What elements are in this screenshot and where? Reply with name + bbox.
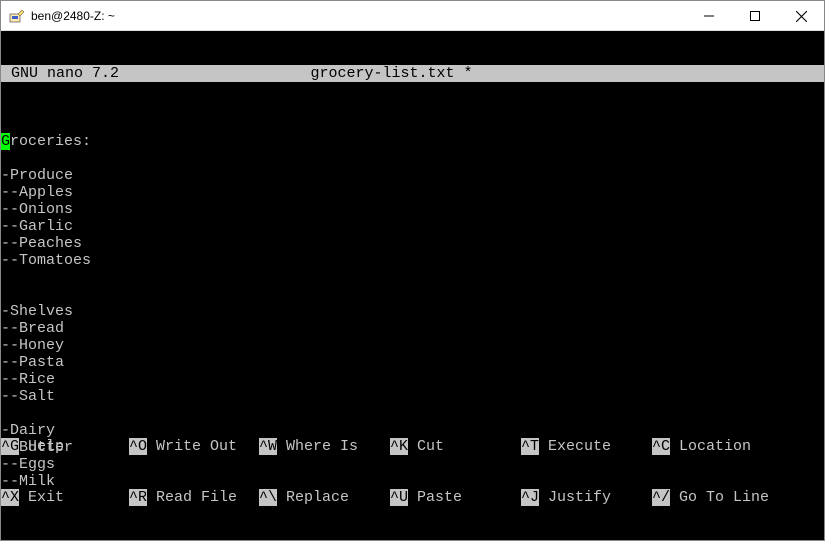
shortcut-item: ^WWhere Is xyxy=(259,438,390,455)
maximize-button[interactable] xyxy=(732,1,778,31)
shortcut-label: Location xyxy=(670,438,751,455)
shortcut-label: Help xyxy=(19,438,64,455)
shortcut-item: ^XExit xyxy=(1,489,129,506)
shortcut-label: Where Is xyxy=(277,438,358,455)
editor-header: GNU nano 7.2 grocery-list.txt * xyxy=(1,65,824,82)
editor-line: --Salt xyxy=(1,388,824,405)
minimize-button[interactable] xyxy=(686,1,732,31)
shortcut-item: ^OWrite Out xyxy=(129,438,259,455)
shortcut-item: ^JJustify xyxy=(521,489,652,506)
shortcut-item: ^GHelp xyxy=(1,438,129,455)
editor-line: -Produce xyxy=(1,167,824,184)
editor-line: --Bread xyxy=(1,320,824,337)
shortcut-label: Replace xyxy=(277,489,349,506)
shortcut-label: Cut xyxy=(408,438,444,455)
shortcut-label: Execute xyxy=(539,438,611,455)
editor-line xyxy=(1,269,824,286)
editor-line: --Onions xyxy=(1,201,824,218)
shortcut-label: Justify xyxy=(539,489,611,506)
editor-line: --Pasta xyxy=(1,354,824,371)
shortcut-label: Go To Line xyxy=(670,489,769,506)
shortcut-item: ^KCut xyxy=(390,438,521,455)
shortcut-key: ^O xyxy=(129,438,147,455)
shortcut-label: Write Out xyxy=(147,438,237,455)
titlebar: ben@2480-Z: ~ xyxy=(1,1,824,31)
editor-line: Groceries: xyxy=(1,133,824,150)
text-cursor: G xyxy=(1,133,10,150)
shortcut-key: ^C xyxy=(652,438,670,455)
shortcut-item: ^UPaste xyxy=(390,489,521,506)
shortcut-key: ^U xyxy=(390,489,408,506)
app-window: ben@2480-Z: ~ GNU nano 7.2 grocery-list.… xyxy=(0,0,825,541)
editor-line: --Tomatoes xyxy=(1,252,824,269)
shortcut-row: ^GHelp^OWrite Out^WWhere Is^KCut^TExecut… xyxy=(1,438,824,455)
shortcut-key: ^/ xyxy=(652,489,670,506)
shortcut-item: ^/Go To Line xyxy=(652,489,792,506)
shortcut-key: ^X xyxy=(1,489,19,506)
shortcut-key: ^W xyxy=(259,438,277,455)
shortcut-item: ^\Replace xyxy=(259,489,390,506)
shortcut-key: ^R xyxy=(129,489,147,506)
shortcut-item: ^RRead File xyxy=(129,489,259,506)
window-title: ben@2480-Z: ~ xyxy=(31,9,115,23)
shortcut-key: ^K xyxy=(390,438,408,455)
shortcut-row: ^XExit^RRead File^\Replace^UPaste^JJusti… xyxy=(1,489,824,506)
editor-line: --Honey xyxy=(1,337,824,354)
editor-line: --Garlic xyxy=(1,218,824,235)
editor-line: -Shelves xyxy=(1,303,824,320)
shortcut-label: Paste xyxy=(408,489,462,506)
editor-app-name: GNU nano 7.2 xyxy=(1,65,119,82)
shortcut-key: ^J xyxy=(521,489,539,506)
shortcut-item: ^TExecute xyxy=(521,438,652,455)
shortcut-label: Exit xyxy=(19,489,64,506)
shortcut-key: ^T xyxy=(521,438,539,455)
editor-line xyxy=(1,150,824,167)
terminal[interactable]: GNU nano 7.2 grocery-list.txt * Grocerie… xyxy=(1,31,824,540)
shortcut-key: ^G xyxy=(1,438,19,455)
close-button[interactable] xyxy=(778,1,824,31)
editor-line: --Rice xyxy=(1,371,824,388)
editor-line xyxy=(1,286,824,303)
window-controls xyxy=(686,1,824,31)
shortcut-label: Read File xyxy=(147,489,237,506)
editor-shortcuts: ^GHelp^OWrite Out^WWhere Is^KCut^TExecut… xyxy=(1,404,824,540)
putty-icon xyxy=(9,8,25,24)
editor-filename: grocery-list.txt * xyxy=(119,65,664,82)
editor-line: --Apples xyxy=(1,184,824,201)
shortcut-key: ^\ xyxy=(259,489,277,506)
shortcut-item: ^CLocation xyxy=(652,438,792,455)
editor-line: --Peaches xyxy=(1,235,824,252)
